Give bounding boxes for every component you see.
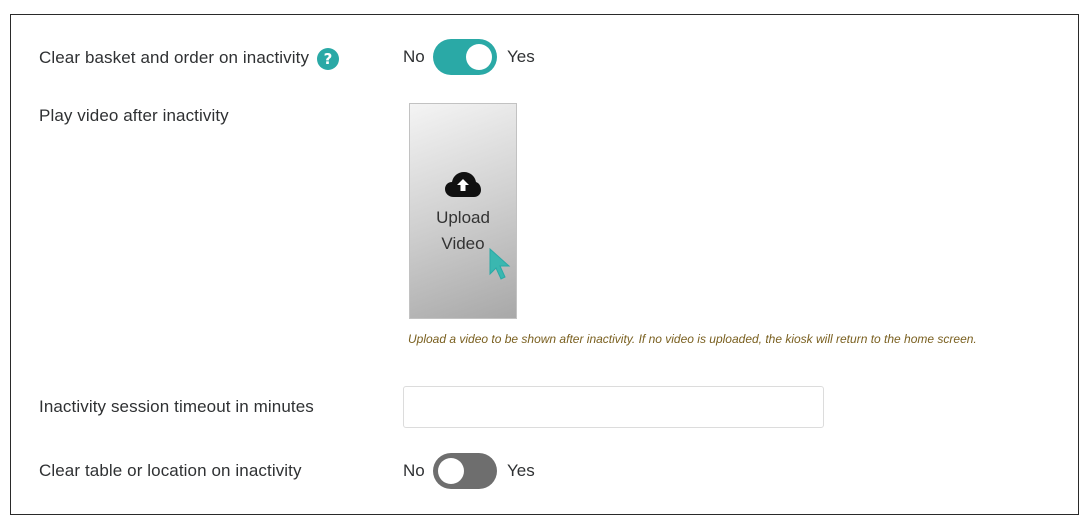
upload-video-button[interactable]: Upload Video — [409, 103, 517, 319]
settings-panel: Clear basket and order on inactivity ? N… — [10, 14, 1079, 515]
clear-basket-yes-label: Yes — [507, 47, 535, 66]
clear-basket-toggle[interactable] — [433, 39, 497, 75]
timeout-input[interactable] — [403, 386, 824, 428]
clear-table-yes-label: Yes — [507, 461, 535, 480]
clear-table-label: Clear table or location on inactivity — [39, 461, 302, 480]
clear-table-no-label: No — [403, 461, 425, 480]
pointer-cursor-icon — [489, 248, 511, 280]
upload-label-line1: Upload — [436, 208, 490, 227]
toggle-knob — [466, 44, 492, 70]
clear-table-toggle[interactable] — [433, 453, 497, 489]
play-video-label: Play video after inactivity — [39, 106, 229, 125]
cloud-upload-icon — [445, 172, 481, 197]
toggle-knob — [438, 458, 464, 484]
clear-basket-no-label: No — [403, 47, 425, 66]
upload-video-hint: Upload a video to be shown after inactiv… — [408, 332, 977, 346]
clear-basket-label: Clear basket and order on inactivity — [39, 48, 310, 67]
question-mark-icon[interactable]: ? — [317, 48, 339, 70]
timeout-label: Inactivity session timeout in minutes — [39, 397, 314, 416]
